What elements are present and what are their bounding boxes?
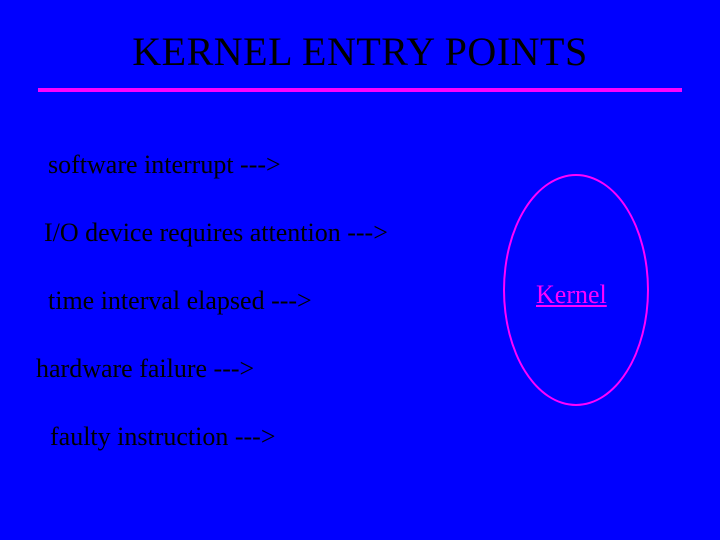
slide-title: KERNEL ENTRY POINTS	[0, 28, 720, 75]
entry-point-time-interval: time interval elapsed --->	[48, 286, 312, 316]
entry-point-software-interrupt: software interrupt --->	[48, 150, 281, 180]
entry-point-io-device: I/O device requires attention --->	[44, 218, 388, 248]
entry-point-faulty-instruction: faulty instruction --->	[50, 422, 276, 452]
kernel-label: Kernel	[536, 280, 607, 310]
entry-point-hardware-failure: hardware failure --->	[36, 354, 254, 384]
slide: KERNEL ENTRY POINTS software interrupt -…	[0, 0, 720, 540]
title-underline	[38, 88, 682, 92]
